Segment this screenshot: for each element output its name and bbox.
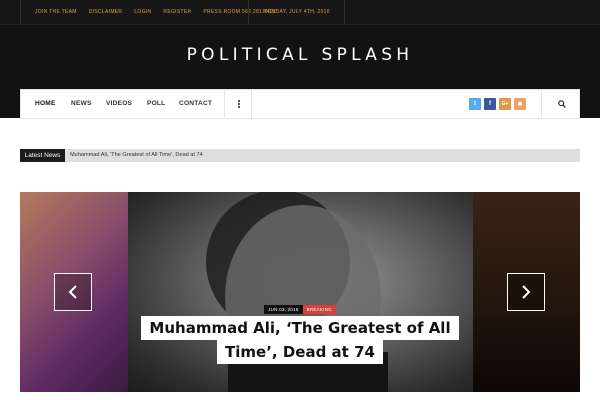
slide-title-line-2[interactable]: Time’, Dead at 74 [217,340,383,364]
facebook-icon[interactable]: f [484,98,496,110]
google-plus-icon[interactable]: G+ [499,98,511,110]
more-menu-icon[interactable] [224,90,252,118]
search-icon[interactable] [558,100,566,108]
slide-title[interactable]: Muhammad Ali, ‘The Greatest of All Time’… [20,316,580,364]
latest-news-headline[interactable]: Muhammad Ali, 'The Greatest of All Time'… [70,149,203,162]
slide-meta: JUN 03, 2016 BREAKING [20,305,580,314]
top-utility-bar: JOIN THE TEAM DISCLAIMER LOGIN REGISTER … [0,0,600,24]
nav-item-news[interactable]: NEWS [71,90,92,118]
nav-item-contact[interactable]: CONTACT [179,90,212,118]
join-the-team-link[interactable]: JOIN THE TEAM [21,9,83,15]
featured-slider: JUN 03, 2016 BREAKING Muhammad Ali, ‘The… [20,192,580,392]
site-logo[interactable]: POLITICAL SPLASH [0,45,600,65]
slide-date: JUN 03, 2016 [264,305,303,314]
chevron-right-icon [522,285,531,299]
latest-news-ticker: Latest News Muhammad Ali, 'The Greatest … [20,149,580,162]
nav-item-poll[interactable]: POLL [147,90,165,118]
main-nav: HOME NEWS VIDEOS POLL CONTACT t f G+ ◉ [20,89,580,119]
disclaimer-link[interactable]: DISCLAIMER [83,9,129,15]
slide-title-line-1[interactable]: Muhammad Ali, ‘The Greatest of All [141,316,459,340]
nav-item-videos[interactable]: VIDEOS [106,90,132,118]
register-link[interactable]: REGISTER [157,9,197,15]
top-links: JOIN THE TEAM DISCLAIMER LOGIN REGISTER … [20,0,282,24]
nav-divider [541,90,542,118]
latest-news-label: Latest News [20,149,65,162]
nav-item-home[interactable]: HOME [35,90,56,118]
rss-icon[interactable]: ◉ [514,98,526,110]
chevron-left-icon [68,285,77,299]
site-header: POLITICAL SPLASH [0,24,600,90]
twitter-icon[interactable]: t [469,98,481,110]
login-link[interactable]: LOGIN [128,9,157,15]
slide-category-badge[interactable]: BREAKING [302,305,336,314]
current-date: MONDAY, JULY 4TH, 2016 [248,0,345,24]
